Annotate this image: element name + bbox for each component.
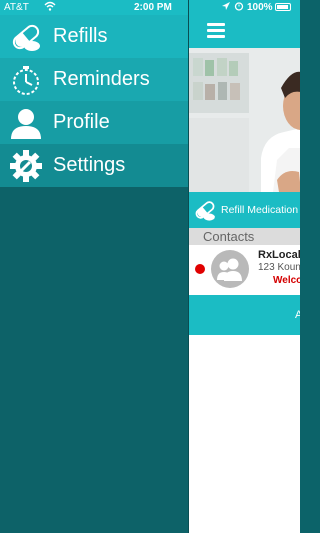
- status-time: 2:00 PM: [134, 2, 172, 13]
- contact-address: 123 Koun: [258, 262, 300, 273]
- refill-medication-button[interactable]: Refill Medication: [189, 192, 300, 228]
- status-bar-right: 100%: [189, 0, 300, 15]
- menu-label-refills: Refills: [53, 25, 108, 47]
- wifi-icon: [44, 1, 56, 15]
- main-panel: 100% Refill Medication Contacts RxLocal …: [188, 0, 300, 533]
- battery-percent: 100%: [247, 2, 273, 13]
- refill-medication-label: Refill Medication: [221, 204, 299, 216]
- app-screen: AT&T 2:00 PM Refills Reminders Profile S…: [0, 0, 300, 533]
- bottom-action-bar[interactable]: A: [189, 295, 300, 335]
- carrier-label: AT&T: [4, 2, 29, 13]
- location-icon: [221, 1, 231, 14]
- menu-label-profile: Profile: [53, 111, 110, 133]
- person-icon: [9, 106, 43, 140]
- menu-label-reminders: Reminders: [53, 68, 150, 90]
- group-avatar-icon: [211, 250, 249, 288]
- menu-item-reminders[interactable]: Reminders: [0, 58, 188, 101]
- hamburger-menu-icon[interactable]: [207, 23, 225, 39]
- battery-icon: [275, 3, 291, 11]
- alarm-icon: [234, 1, 244, 14]
- unread-indicator-dot: [195, 264, 205, 274]
- stopwatch-icon: [9, 63, 43, 97]
- menu-item-profile[interactable]: Profile: [0, 101, 188, 144]
- status-bar-left: AT&T 2:00 PM: [0, 0, 188, 15]
- menu-item-settings[interactable]: Settings: [0, 144, 188, 187]
- pill-capsule-icon: [193, 198, 217, 222]
- contact-name: RxLocal: [258, 249, 300, 261]
- menu-label-settings: Settings: [53, 154, 126, 176]
- hero-pharmacist-image: [189, 48, 300, 192]
- gear-wrench-icon: [9, 149, 43, 183]
- pill-capsule-icon: [9, 20, 43, 54]
- contact-list-item[interactable]: RxLocal 123 Koun Welco: [189, 245, 300, 295]
- top-app-bar: [189, 15, 300, 48]
- side-drawer: AT&T 2:00 PM Refills Reminders Profile S…: [0, 0, 188, 533]
- bottom-action-label: A: [295, 309, 300, 321]
- contacts-section-header: Contacts: [189, 228, 300, 245]
- contact-status: Welco: [273, 275, 300, 286]
- menu-item-refills[interactable]: Refills: [0, 15, 188, 58]
